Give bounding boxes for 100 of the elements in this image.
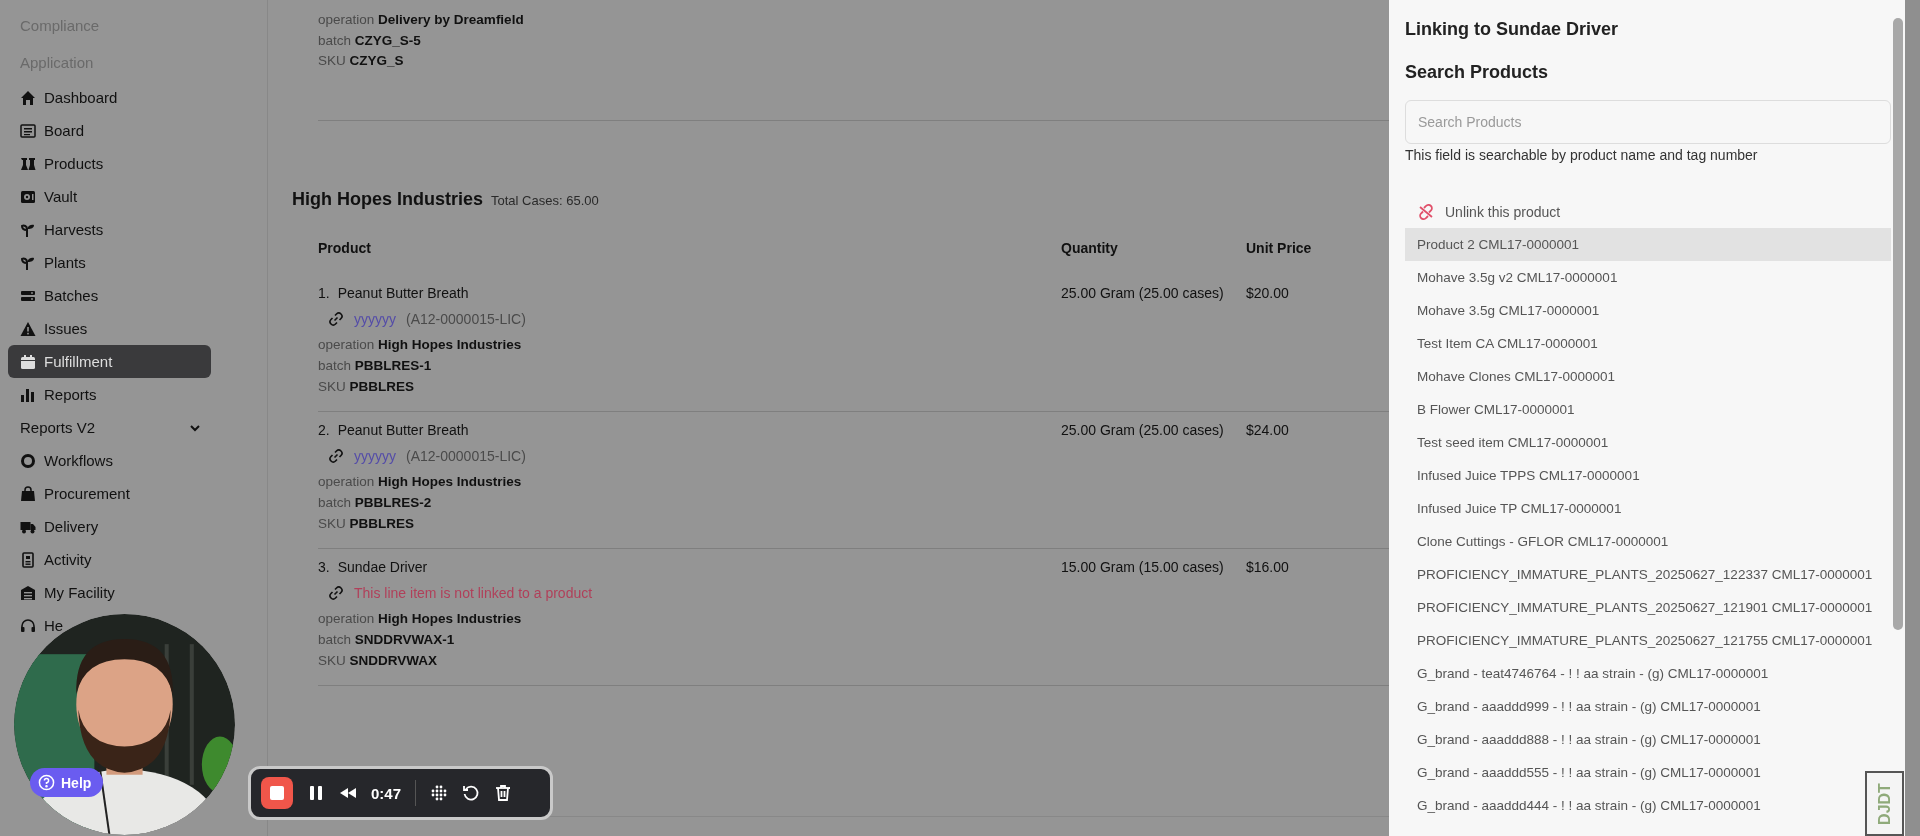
sidebar-item[interactable]: Harvests bbox=[8, 213, 104, 246]
stop-button[interactable] bbox=[261, 777, 293, 809]
field-value: PBBLRES-2 bbox=[354, 494, 432, 510]
list-icon bbox=[20, 122, 36, 139]
quantity-cell: 15.00 Gram (15.00 cases) bbox=[1061, 558, 1224, 575]
help-button[interactable]: Help bbox=[30, 768, 104, 797]
field-value: High Hopes Industries bbox=[378, 473, 522, 489]
sidebar-item[interactable]: Plants bbox=[8, 246, 86, 279]
item-number: 1. bbox=[318, 283, 330, 303]
sidebar-item[interactable]: Issues bbox=[8, 312, 88, 345]
total-cases: Total Cases: 65.00 bbox=[491, 192, 599, 208]
recording-time: 0:47 bbox=[371, 784, 402, 802]
pause-icon[interactable] bbox=[307, 784, 325, 802]
sidebar-item[interactable]: Products bbox=[8, 147, 104, 180]
search-result[interactable]: G_brand - aaaddd444 - ! ! aa strain - (g) CML17-0000001 bbox=[1405, 789, 1761, 822]
field-value: CZYG_S-5 bbox=[354, 32, 421, 48]
warning-icon bbox=[20, 320, 36, 337]
field-value: SNDDRVWAX-1 bbox=[354, 631, 455, 647]
column-header: Unit Price bbox=[1246, 238, 1313, 258]
search-result[interactable]: Infused Juice TPPS CML17-0000001 bbox=[1405, 459, 1640, 492]
trash-icon[interactable] bbox=[494, 784, 513, 802]
search-result[interactable]: Test seed item CML17-0000001 bbox=[1405, 426, 1609, 459]
link-icon bbox=[328, 310, 344, 327]
sidebar-item[interactable]: Delivery bbox=[8, 510, 99, 543]
home-icon bbox=[20, 89, 36, 106]
panel-title: Linking to Sundae Driver bbox=[1405, 18, 1620, 41]
sidebar-item[interactable]: Dashboard bbox=[8, 81, 118, 114]
search-result[interactable]: G_brand - aaaddd999 - ! ! aa strain - (g) CML17-0000001 bbox=[1405, 690, 1761, 723]
sidebar-item[interactable]: Procurement bbox=[8, 477, 130, 510]
search-result[interactable]: G_brand - teat4746764 - ! ! aa strain - (g) CML17-0000001 bbox=[1405, 657, 1769, 690]
product-name: Sundae Driver bbox=[337, 557, 428, 577]
product-name: Peanut Butter Breath bbox=[337, 283, 469, 303]
search-result[interactable]: PROFICIENCY_IMMATURE_PLANTS_20250627_121755 CML17-0000001 bbox=[1405, 624, 1873, 657]
scrollbar[interactable] bbox=[1893, 18, 1903, 630]
sidebar-item[interactable]: Activity bbox=[8, 543, 92, 576]
sidebar-item[interactable]: Reports bbox=[8, 378, 97, 411]
sidebar-item[interactable]: He bbox=[8, 609, 64, 642]
price-cell: $16.00 bbox=[1246, 558, 1289, 575]
field-value: High Hopes Industries bbox=[378, 336, 522, 352]
link-icon bbox=[328, 447, 344, 464]
field-label: operation bbox=[318, 473, 375, 489]
sidebar-item[interactable]: Board bbox=[8, 114, 85, 147]
search-result[interactable]: Product 2 CML17-0000001 bbox=[1405, 228, 1891, 261]
stop-icon bbox=[270, 786, 284, 800]
item-number: 3. bbox=[318, 557, 330, 577]
link-icon bbox=[328, 584, 344, 601]
not-linked-warning: This line item is not linked to a product bbox=[354, 584, 593, 601]
quantity-cell: 25.00 Gram (25.00 cases) bbox=[1061, 421, 1224, 438]
search-result[interactable]: B Flower CML17-0000001 bbox=[1405, 393, 1575, 426]
search-result[interactable]: Test Item CA CML17-0000001 bbox=[1405, 327, 1598, 360]
search-result[interactable]: G_brand - aaaddd555 - ! ! aa strain - (g) CML17-0000001 bbox=[1405, 756, 1761, 789]
field-label: batch bbox=[318, 32, 352, 48]
id-badge-icon bbox=[20, 551, 36, 568]
search-field[interactable]: Search Products bbox=[1405, 100, 1891, 144]
question-icon bbox=[38, 774, 55, 791]
field-label: operation bbox=[318, 610, 375, 626]
dot-grid-icon[interactable] bbox=[430, 784, 449, 802]
search-heading: Search Products bbox=[1405, 61, 1550, 84]
sidebar-item[interactable]: Batches bbox=[8, 279, 99, 312]
item-number: 2. bbox=[318, 420, 330, 440]
field-hint: This field is searchable by product name and tag number bbox=[1405, 146, 1759, 165]
broken-link-icon bbox=[1417, 203, 1435, 220]
search-result[interactable]: Mohave Clones CML17-0000001 bbox=[1405, 360, 1616, 393]
price-cell: $24.00 bbox=[1246, 421, 1289, 438]
product-name: Peanut Butter Breath bbox=[337, 420, 469, 440]
search-result[interactable]: PROFICIENCY_IMMATURE_PLANTS_20250627_121901 CML17-0000001 bbox=[1405, 591, 1873, 624]
sidebar-item[interactable]: Reports V2 bbox=[8, 411, 211, 444]
restart-icon[interactable] bbox=[462, 784, 481, 802]
sidebar-item[interactable]: Workflows bbox=[8, 444, 113, 477]
search-result[interactable]: G_brand - aaaddd888 - ! ! aa strain - (g) CML17-0000001 bbox=[1405, 723, 1761, 756]
field-value: PBBLRES bbox=[349, 378, 415, 394]
safe-icon bbox=[20, 188, 36, 205]
search-result[interactable]: Mohave 3.5g CML17-0000001 bbox=[1405, 294, 1600, 327]
field-value: PBBLRES bbox=[349, 515, 415, 531]
field-label: SKU bbox=[318, 652, 346, 668]
field-value: High Hopes Industries bbox=[378, 610, 522, 626]
field-value: PBBLRES-1 bbox=[354, 357, 432, 373]
section-title: High Hopes Industries bbox=[292, 188, 484, 210]
column-header: Quantity bbox=[1061, 238, 1119, 258]
quantity-cell: 25.00 Gram (25.00 cases) bbox=[1061, 284, 1224, 301]
field-label: operation bbox=[318, 336, 375, 352]
field-label: batch bbox=[318, 494, 352, 510]
field-label: batch bbox=[318, 357, 352, 373]
field-value: CZYG_S bbox=[349, 53, 404, 68]
shopping-bag-icon bbox=[20, 485, 36, 502]
calendar-icon bbox=[20, 353, 36, 370]
search-result[interactable]: Clone Cuttings - GFLOR CML17-0000001 bbox=[1405, 525, 1669, 558]
column-header: Product bbox=[318, 238, 372, 258]
license-tag: (A12-0000015-LIC) bbox=[406, 310, 526, 327]
search-result[interactable]: Mohave 3.5g v2 CML17-0000001 bbox=[1405, 261, 1618, 294]
search-result[interactable]: PROFICIENCY_IMMATURE_PLANTS_20250627_122337 CML17-0000001 bbox=[1405, 558, 1873, 591]
unlink-option[interactable]: Unlink this product bbox=[1405, 195, 1561, 228]
field-label: operation bbox=[318, 12, 375, 27]
warehouse-icon bbox=[20, 584, 36, 601]
sidebar-item[interactable]: Vault bbox=[8, 180, 78, 213]
field-label: batch bbox=[318, 631, 352, 647]
license-tag: (A12-0000015-LIC) bbox=[406, 447, 526, 464]
search-result[interactable]: Infused Juice TP CML17-0000001 bbox=[1405, 492, 1622, 525]
sidebar-item[interactable]: Fulfillment bbox=[8, 345, 211, 378]
sidebar-item[interactable]: My Facility bbox=[8, 576, 115, 609]
